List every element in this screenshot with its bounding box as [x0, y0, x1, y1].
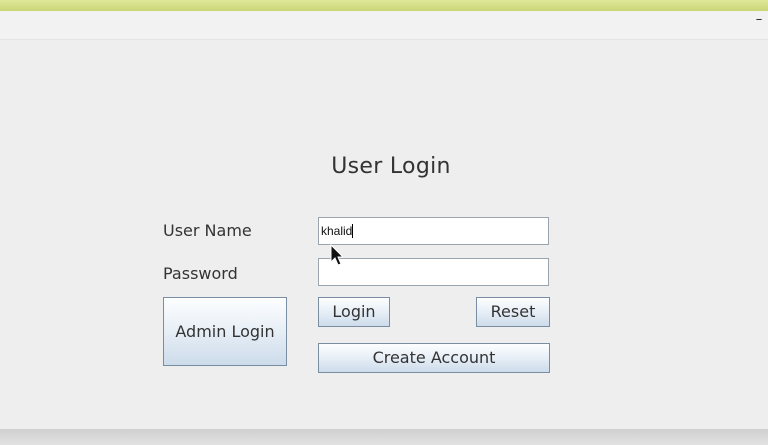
minimize-icon[interactable]: –	[753, 13, 765, 27]
admin-login-button[interactable]: Admin Login	[163, 297, 287, 366]
desktop-top-strip	[0, 0, 768, 11]
username-value: khalid	[321, 224, 353, 238]
taskbar-edge	[0, 429, 768, 445]
page-title: User Login	[331, 154, 451, 179]
username-label: User Name	[163, 221, 252, 240]
text-caret	[352, 224, 354, 238]
create-account-button[interactable]: Create Account	[318, 343, 550, 373]
login-button[interactable]: Login	[318, 297, 390, 327]
window-titlebar: –	[0, 11, 768, 40]
password-label: Password	[163, 264, 238, 283]
username-field[interactable]: khalid	[318, 217, 549, 245]
reset-button[interactable]: Reset	[476, 297, 550, 327]
password-field[interactable]	[318, 258, 549, 286]
mouse-pointer-icon	[330, 244, 345, 266]
